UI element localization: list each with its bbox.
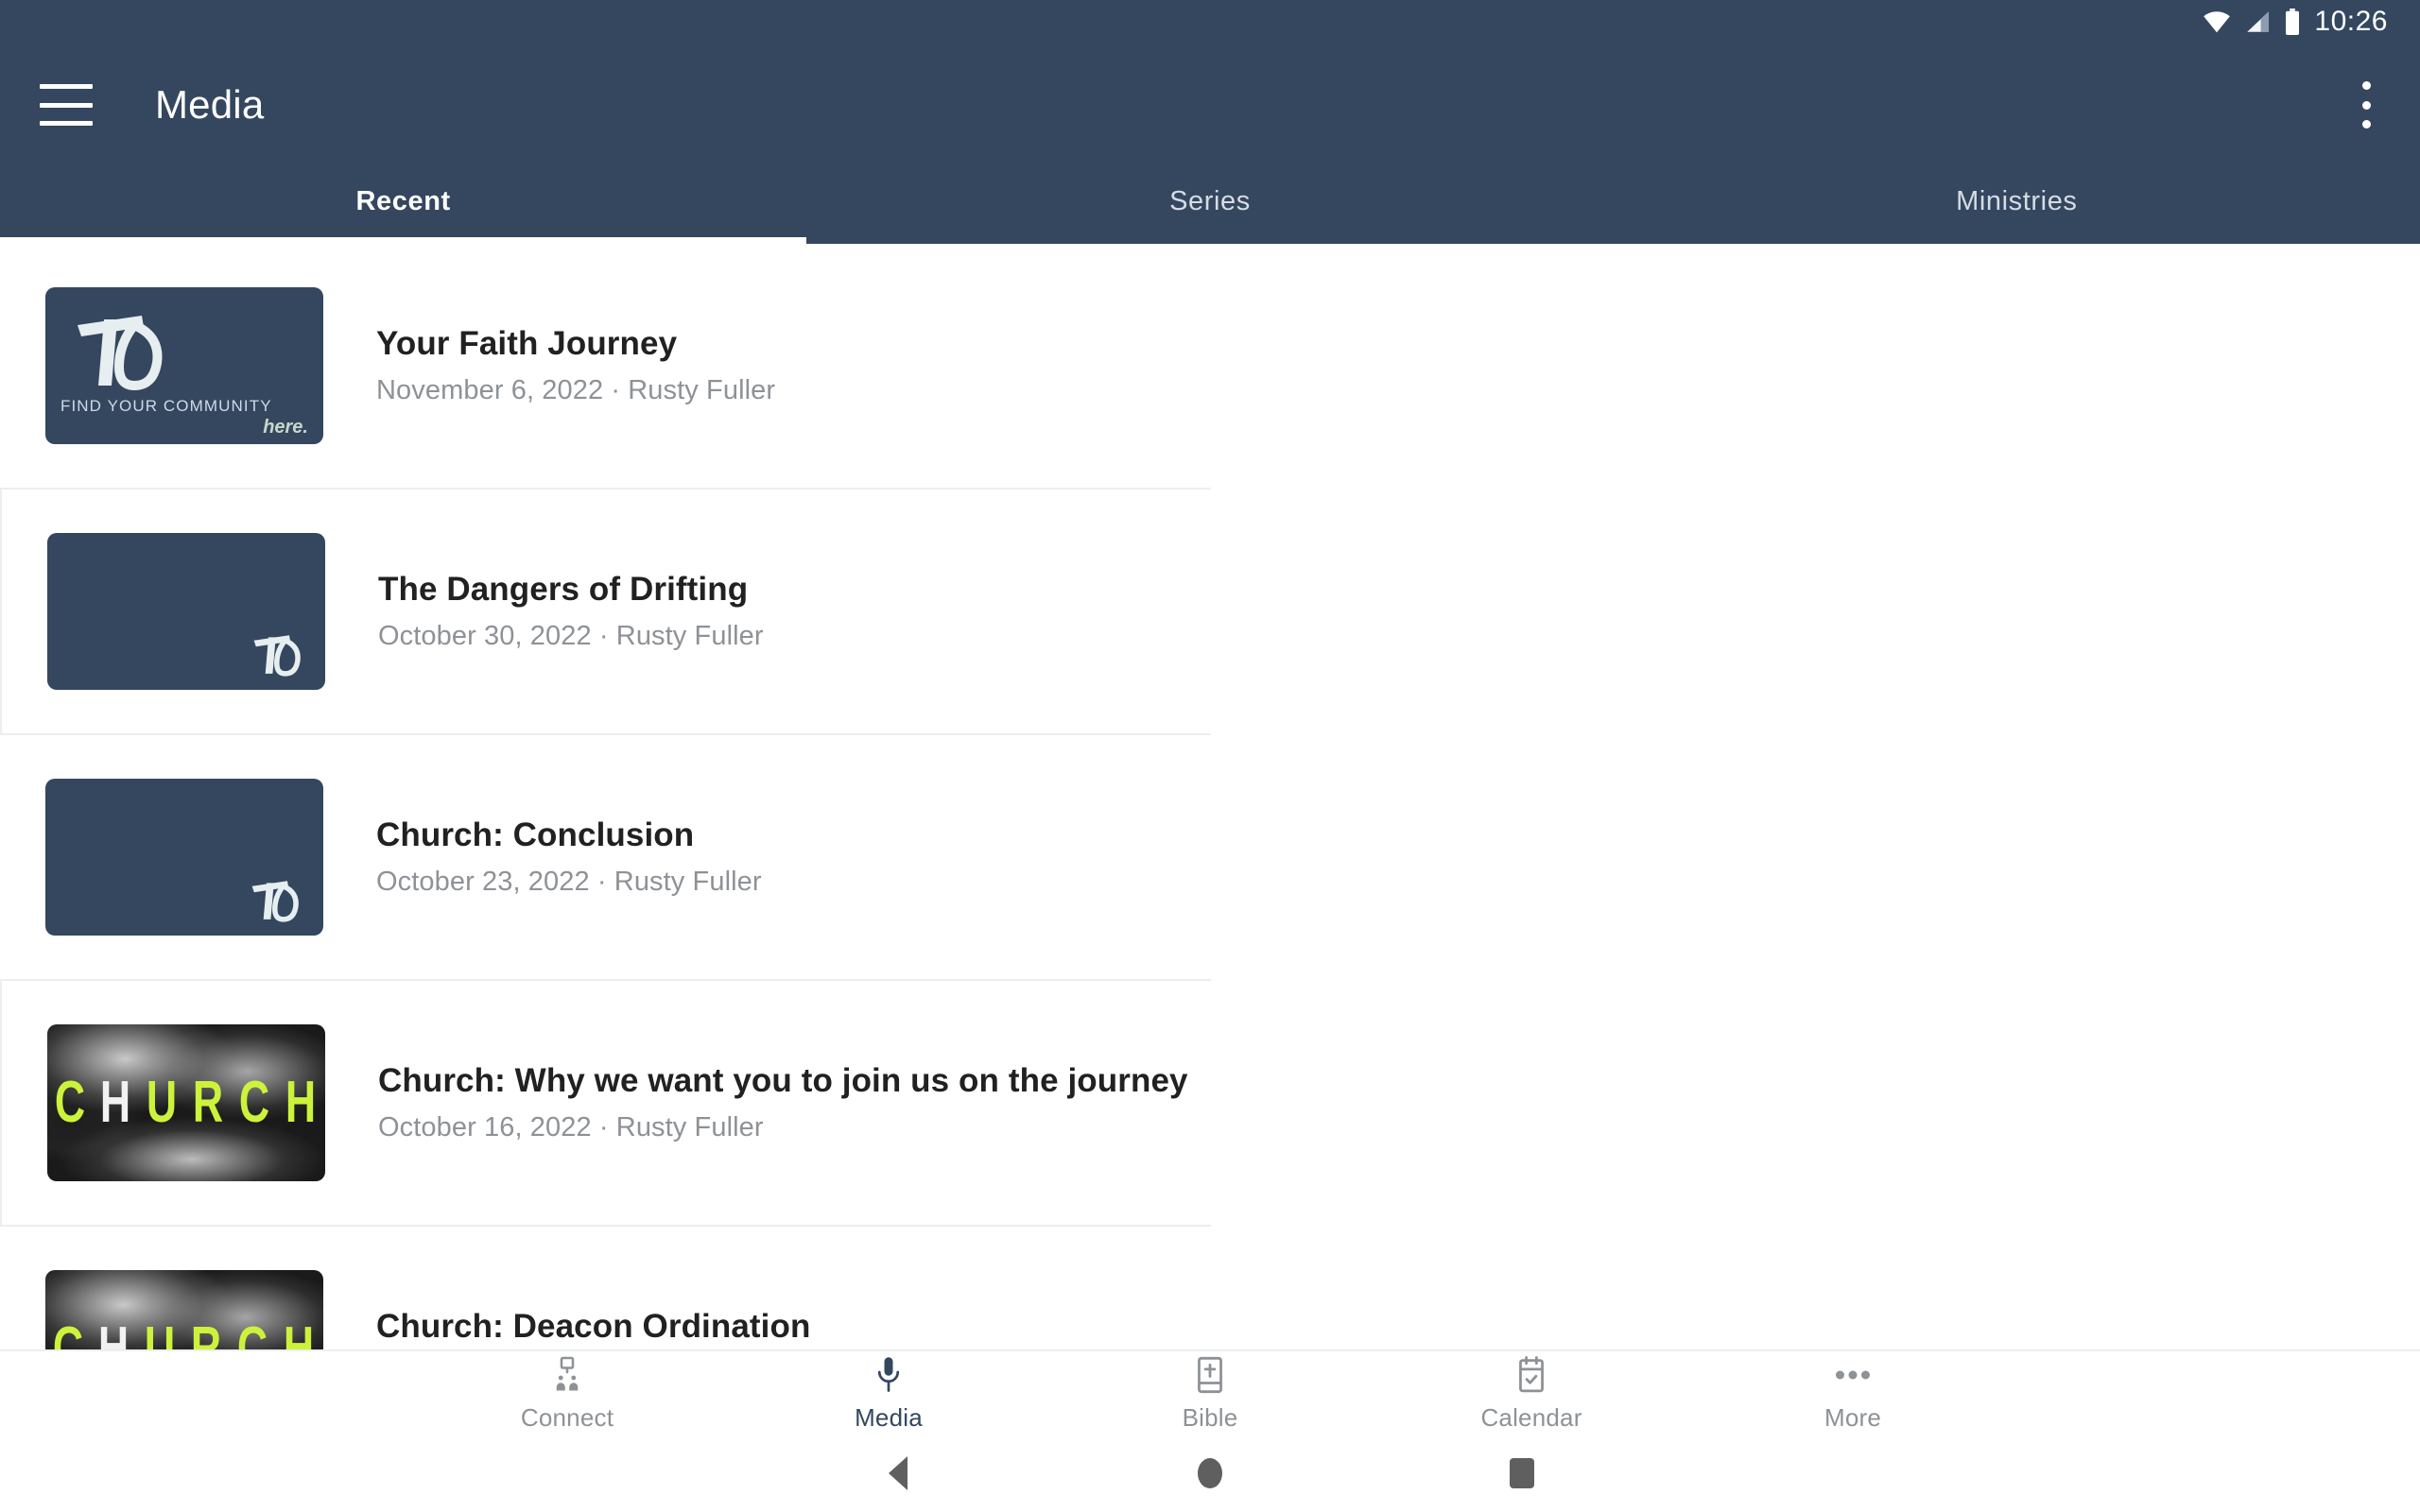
thumbnail-navy-ta xyxy=(47,533,325,690)
tab-recent[interactable]: Recent xyxy=(0,166,806,244)
ta-logo-icon xyxy=(248,627,310,680)
page-title: Media xyxy=(155,82,265,127)
people-connect-icon xyxy=(550,1353,584,1397)
nav-item-calendar[interactable]: Calendar xyxy=(1371,1353,1692,1433)
thumbnail-church-artwork: CHURCH xyxy=(47,1024,325,1181)
system-recents-button[interactable] xyxy=(1366,1458,1678,1488)
nav-item-calendar-label: Calendar xyxy=(1480,1403,1582,1432)
tab-recent-label: Recent xyxy=(355,185,451,216)
system-back-button[interactable] xyxy=(742,1456,1054,1490)
tab-bar: Recent Series Ministries xyxy=(0,166,2420,244)
media-list-item[interactable]: FIND YOUR COMMUNITY here. Your Faith Journ… xyxy=(0,244,1211,490)
media-item-title: The Dangers of Drifting xyxy=(378,570,749,608)
nav-item-connect[interactable]: Connect xyxy=(406,1353,728,1433)
nav-item-media-label: Media xyxy=(855,1403,923,1432)
nav-item-bible-label: Bible xyxy=(1182,1403,1238,1432)
nav-item-media[interactable]: Media xyxy=(728,1353,1049,1433)
tab-active-indicator xyxy=(0,237,806,244)
tab-series-label: Series xyxy=(1169,185,1251,216)
ta-logo-icon xyxy=(246,873,308,926)
media-item-meta: Your Faith Journey November 6, 2022 · Rus… xyxy=(376,325,775,406)
thumbnail-church-word: CHURCH xyxy=(54,1070,319,1135)
media-grid: FIND YOUR COMMUNITY here. Your Faith Journ… xyxy=(0,244,2420,1349)
thumbnail-church-word: CHURCH xyxy=(52,1315,317,1350)
media-item-subtitle: October 30, 2022 · Rusty Fuller xyxy=(378,621,764,652)
media-item-meta: The Dangers of Drifting October 30, 2022 … xyxy=(378,571,764,652)
microphone-icon xyxy=(874,1353,903,1397)
bottom-navigation-bar: Connect Media Bible Calendar More xyxy=(0,1349,2420,1435)
system-home-button[interactable] xyxy=(1054,1458,1366,1488)
nav-item-connect-label: Connect xyxy=(520,1403,614,1432)
tab-ministries-label: Ministries xyxy=(1956,185,2078,216)
nav-item-more-label: More xyxy=(1824,1403,1882,1432)
status-bar-clock: 10:26 xyxy=(2314,6,2388,37)
android-system-navigation-bar xyxy=(0,1435,2420,1512)
thumbnail-church-artwork: CHURCH xyxy=(45,1270,323,1349)
media-list-scroll-area[interactable]: FIND YOUR COMMUNITY here. Your Faith Journ… xyxy=(0,244,2420,1349)
media-list-item[interactable]: CHURCH Church: Deacon OrdinationOctober 9… xyxy=(0,1227,1211,1349)
media-item-subtitle: October 16, 2022 · Rusty Fuller xyxy=(378,1112,764,1143)
media-item-meta: Church: Why we want you to join us on th… xyxy=(378,1062,1188,1143)
nav-item-more[interactable]: More xyxy=(1692,1353,2014,1433)
recents-square-icon xyxy=(1510,1458,1534,1488)
calendar-check-icon xyxy=(1516,1353,1547,1397)
overflow-menu-icon[interactable] xyxy=(2344,76,2388,134)
status-bar: 10:26 xyxy=(0,0,2420,43)
media-item-title: Church: Why we want you to join us on th… xyxy=(378,1061,1188,1099)
media-item-subtitle: October 23, 2022 · Rusty Fuller xyxy=(376,867,762,898)
media-item-meta: Church: Conclusion October 23, 2022 · Rus… xyxy=(376,816,762,898)
hamburger-menu-icon[interactable] xyxy=(40,84,93,126)
tab-series[interactable]: Series xyxy=(806,166,1613,244)
app-bar: Media xyxy=(0,43,2420,166)
nav-item-bible[interactable]: Bible xyxy=(1049,1353,1371,1433)
media-item-meta: Church: Deacon OrdinationOctober 9, 2022… xyxy=(376,1308,810,1349)
media-item-title: Your Faith Journey xyxy=(376,324,678,362)
cell-signal-icon xyxy=(2244,10,2271,33)
home-circle-icon xyxy=(1198,1458,1222,1488)
thumbnail-navy-ta xyxy=(45,779,323,936)
more-dots-icon xyxy=(1834,1353,1872,1397)
tab-ministries[interactable]: Ministries xyxy=(1614,166,2420,244)
media-item-subtitle: November 6, 2022 · Rusty Fuller xyxy=(376,375,776,406)
battery-icon xyxy=(2284,9,2301,35)
media-list-item[interactable]: C H U R C H Church: Why we want you to join us… xyxy=(0,981,1211,1227)
thumbnail-ta-brand-artwork: FIND YOUR COMMUNITY here. xyxy=(45,287,323,444)
media-list-item[interactable]: Church: Conclusion October 23, 2022 · Rus… xyxy=(0,735,1211,981)
media-item-title: Church: Deacon Ordination xyxy=(376,1307,811,1345)
media-list-item[interactable]: The Dangers of Drifting October 30, 2022 … xyxy=(0,490,1211,735)
thumbnail-caption: FIND YOUR COMMUNITY xyxy=(60,397,272,415)
thumbnail-tagline: here. xyxy=(263,417,308,438)
bible-book-icon xyxy=(1195,1353,1225,1397)
back-triangle-icon xyxy=(889,1456,908,1490)
wifi-icon xyxy=(2203,10,2231,33)
media-item-title: Church: Conclusion xyxy=(376,816,695,853)
